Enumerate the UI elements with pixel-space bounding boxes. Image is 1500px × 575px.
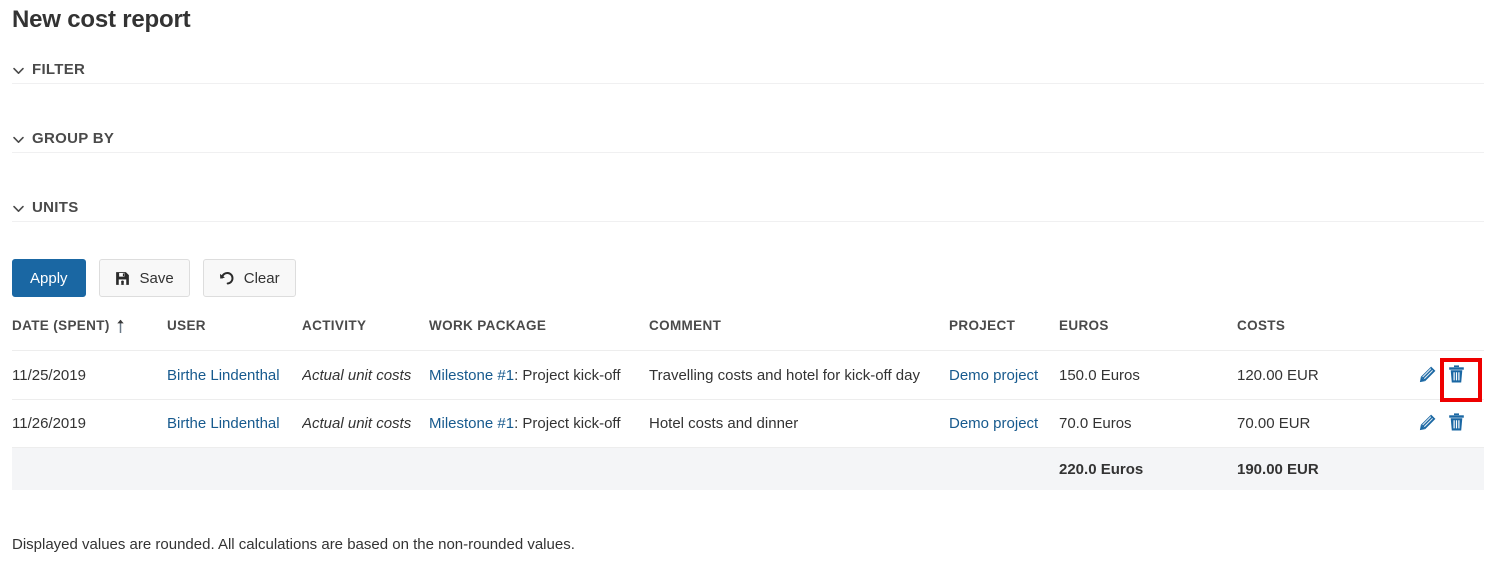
page-title: New cost report xyxy=(12,6,191,33)
total-cell-empty-user xyxy=(167,447,302,490)
cell-comment: Travelling costs and hotel for kick-off … xyxy=(649,350,949,399)
column-header-date[interactable]: DATE (SPENT) xyxy=(12,318,167,351)
work-package-subject: Project kick-off xyxy=(522,366,621,384)
table-total-row: 220.0 Euros 190.00 EUR xyxy=(12,447,1484,490)
total-cell-empty-date xyxy=(12,447,167,490)
table-row: 11/25/2019 Birthe Lindenthal Actual unit… xyxy=(12,350,1484,399)
section-divider xyxy=(12,221,1484,222)
cell-project: Demo project xyxy=(949,350,1059,399)
table-header-row: DATE (SPENT) USER ACTIVITY WORK PACKAGE … xyxy=(12,318,1484,351)
column-header-euros[interactable]: EUROS xyxy=(1059,318,1237,351)
cell-date: 11/25/2019 xyxy=(12,350,167,399)
total-cell-empty-work-package xyxy=(429,447,649,490)
column-header-project[interactable]: PROJECT xyxy=(949,318,1059,351)
total-cell-empty-activity xyxy=(302,447,429,490)
clear-button[interactable]: Clear xyxy=(202,259,296,297)
total-cell-empty-project xyxy=(949,447,1059,490)
column-header-user[interactable]: USER xyxy=(167,318,302,351)
section-divider xyxy=(12,83,1484,84)
clear-button-label: Clear xyxy=(243,269,280,287)
delete-icon[interactable] xyxy=(1447,413,1466,432)
group-by-section-toggle[interactable]: GROUP BY xyxy=(12,130,114,147)
units-section: UNITS xyxy=(12,199,1484,222)
floppy-disk-icon xyxy=(115,270,131,286)
section-divider xyxy=(12,152,1484,153)
rounding-note: Displayed values are rounded. All calcul… xyxy=(12,536,575,553)
cell-activity: Actual unit costs xyxy=(302,350,429,399)
work-package-link[interactable]: Milestone #1 xyxy=(429,415,514,432)
user-link[interactable]: Birthe Lindenthal xyxy=(167,415,280,432)
chevron-down-icon xyxy=(12,202,25,215)
cell-user: Birthe Lindenthal xyxy=(167,350,302,399)
column-header-work-package[interactable]: WORK PACKAGE xyxy=(429,318,649,351)
chevron-down-icon xyxy=(12,133,25,146)
work-package-subject: Project kick-off xyxy=(522,415,621,433)
cell-work-package: Milestone #1: Project kick-off xyxy=(429,350,649,399)
cell-comment: Hotel costs and dinner xyxy=(649,398,949,448)
user-link[interactable]: Birthe Lindenthal xyxy=(167,367,280,384)
edit-icon[interactable] xyxy=(1418,364,1437,383)
units-section-label: UNITS xyxy=(32,199,79,216)
undo-arrow-icon xyxy=(219,270,235,286)
cell-actions xyxy=(1397,350,1484,399)
column-header-activity[interactable]: ACTIVITY xyxy=(302,318,429,351)
cell-user: Birthe Lindenthal xyxy=(167,398,302,448)
sort-ascending-arrow-icon xyxy=(116,319,125,334)
units-section-toggle[interactable]: UNITS xyxy=(12,199,79,216)
delete-icon[interactable] xyxy=(1447,364,1466,383)
filter-section-toggle[interactable]: FILTER xyxy=(12,61,85,78)
cell-project: Demo project xyxy=(949,398,1059,448)
table-row: 11/26/2019 Birthe Lindenthal Actual unit… xyxy=(12,398,1484,448)
group-by-section-label: GROUP BY xyxy=(32,130,115,147)
group-by-section: GROUP BY xyxy=(12,130,1484,153)
filter-section-label: FILTER xyxy=(32,61,86,78)
total-euros: 220.0 Euros xyxy=(1059,447,1237,490)
column-header-costs[interactable]: COSTS xyxy=(1237,318,1397,351)
column-header-comment[interactable]: COMMENT xyxy=(649,318,949,351)
column-header-actions xyxy=(1397,318,1484,351)
cell-work-package: Milestone #1: Project kick-off xyxy=(429,398,649,448)
column-header-date-label: DATE (SPENT) xyxy=(12,318,110,333)
cell-costs: 120.00 EUR xyxy=(1237,350,1397,399)
filter-section: FILTER xyxy=(12,61,1484,84)
cell-costs: 70.00 EUR xyxy=(1237,398,1397,448)
cell-date: 11/26/2019 xyxy=(12,398,167,448)
apply-button[interactable]: Apply xyxy=(12,259,86,297)
work-package-link[interactable]: Milestone #1 xyxy=(429,367,514,384)
cell-activity: Actual unit costs xyxy=(302,398,429,448)
cell-euros: 70.0 Euros xyxy=(1059,398,1237,448)
apply-button-label: Apply xyxy=(30,269,68,287)
report-actions-toolbar: Apply Save Clear xyxy=(12,259,296,297)
cost-entries-table: DATE (SPENT) USER ACTIVITY WORK PACKAGE … xyxy=(12,318,1484,490)
cell-euros: 150.0 Euros xyxy=(1059,350,1237,399)
project-link[interactable]: Demo project xyxy=(949,367,1038,384)
total-cell-empty-actions xyxy=(1397,447,1484,490)
cell-actions xyxy=(1397,398,1484,448)
chevron-down-icon xyxy=(12,64,25,77)
project-link[interactable]: Demo project xyxy=(949,415,1038,432)
cost-report-page: New cost report FILTER GROUP BY UNITS Ap… xyxy=(0,0,1500,575)
save-button[interactable]: Save xyxy=(98,259,190,297)
save-button-label: Save xyxy=(139,269,174,287)
edit-icon[interactable] xyxy=(1418,413,1437,432)
total-costs: 190.00 EUR xyxy=(1237,447,1397,490)
total-cell-empty-comment xyxy=(649,447,949,490)
